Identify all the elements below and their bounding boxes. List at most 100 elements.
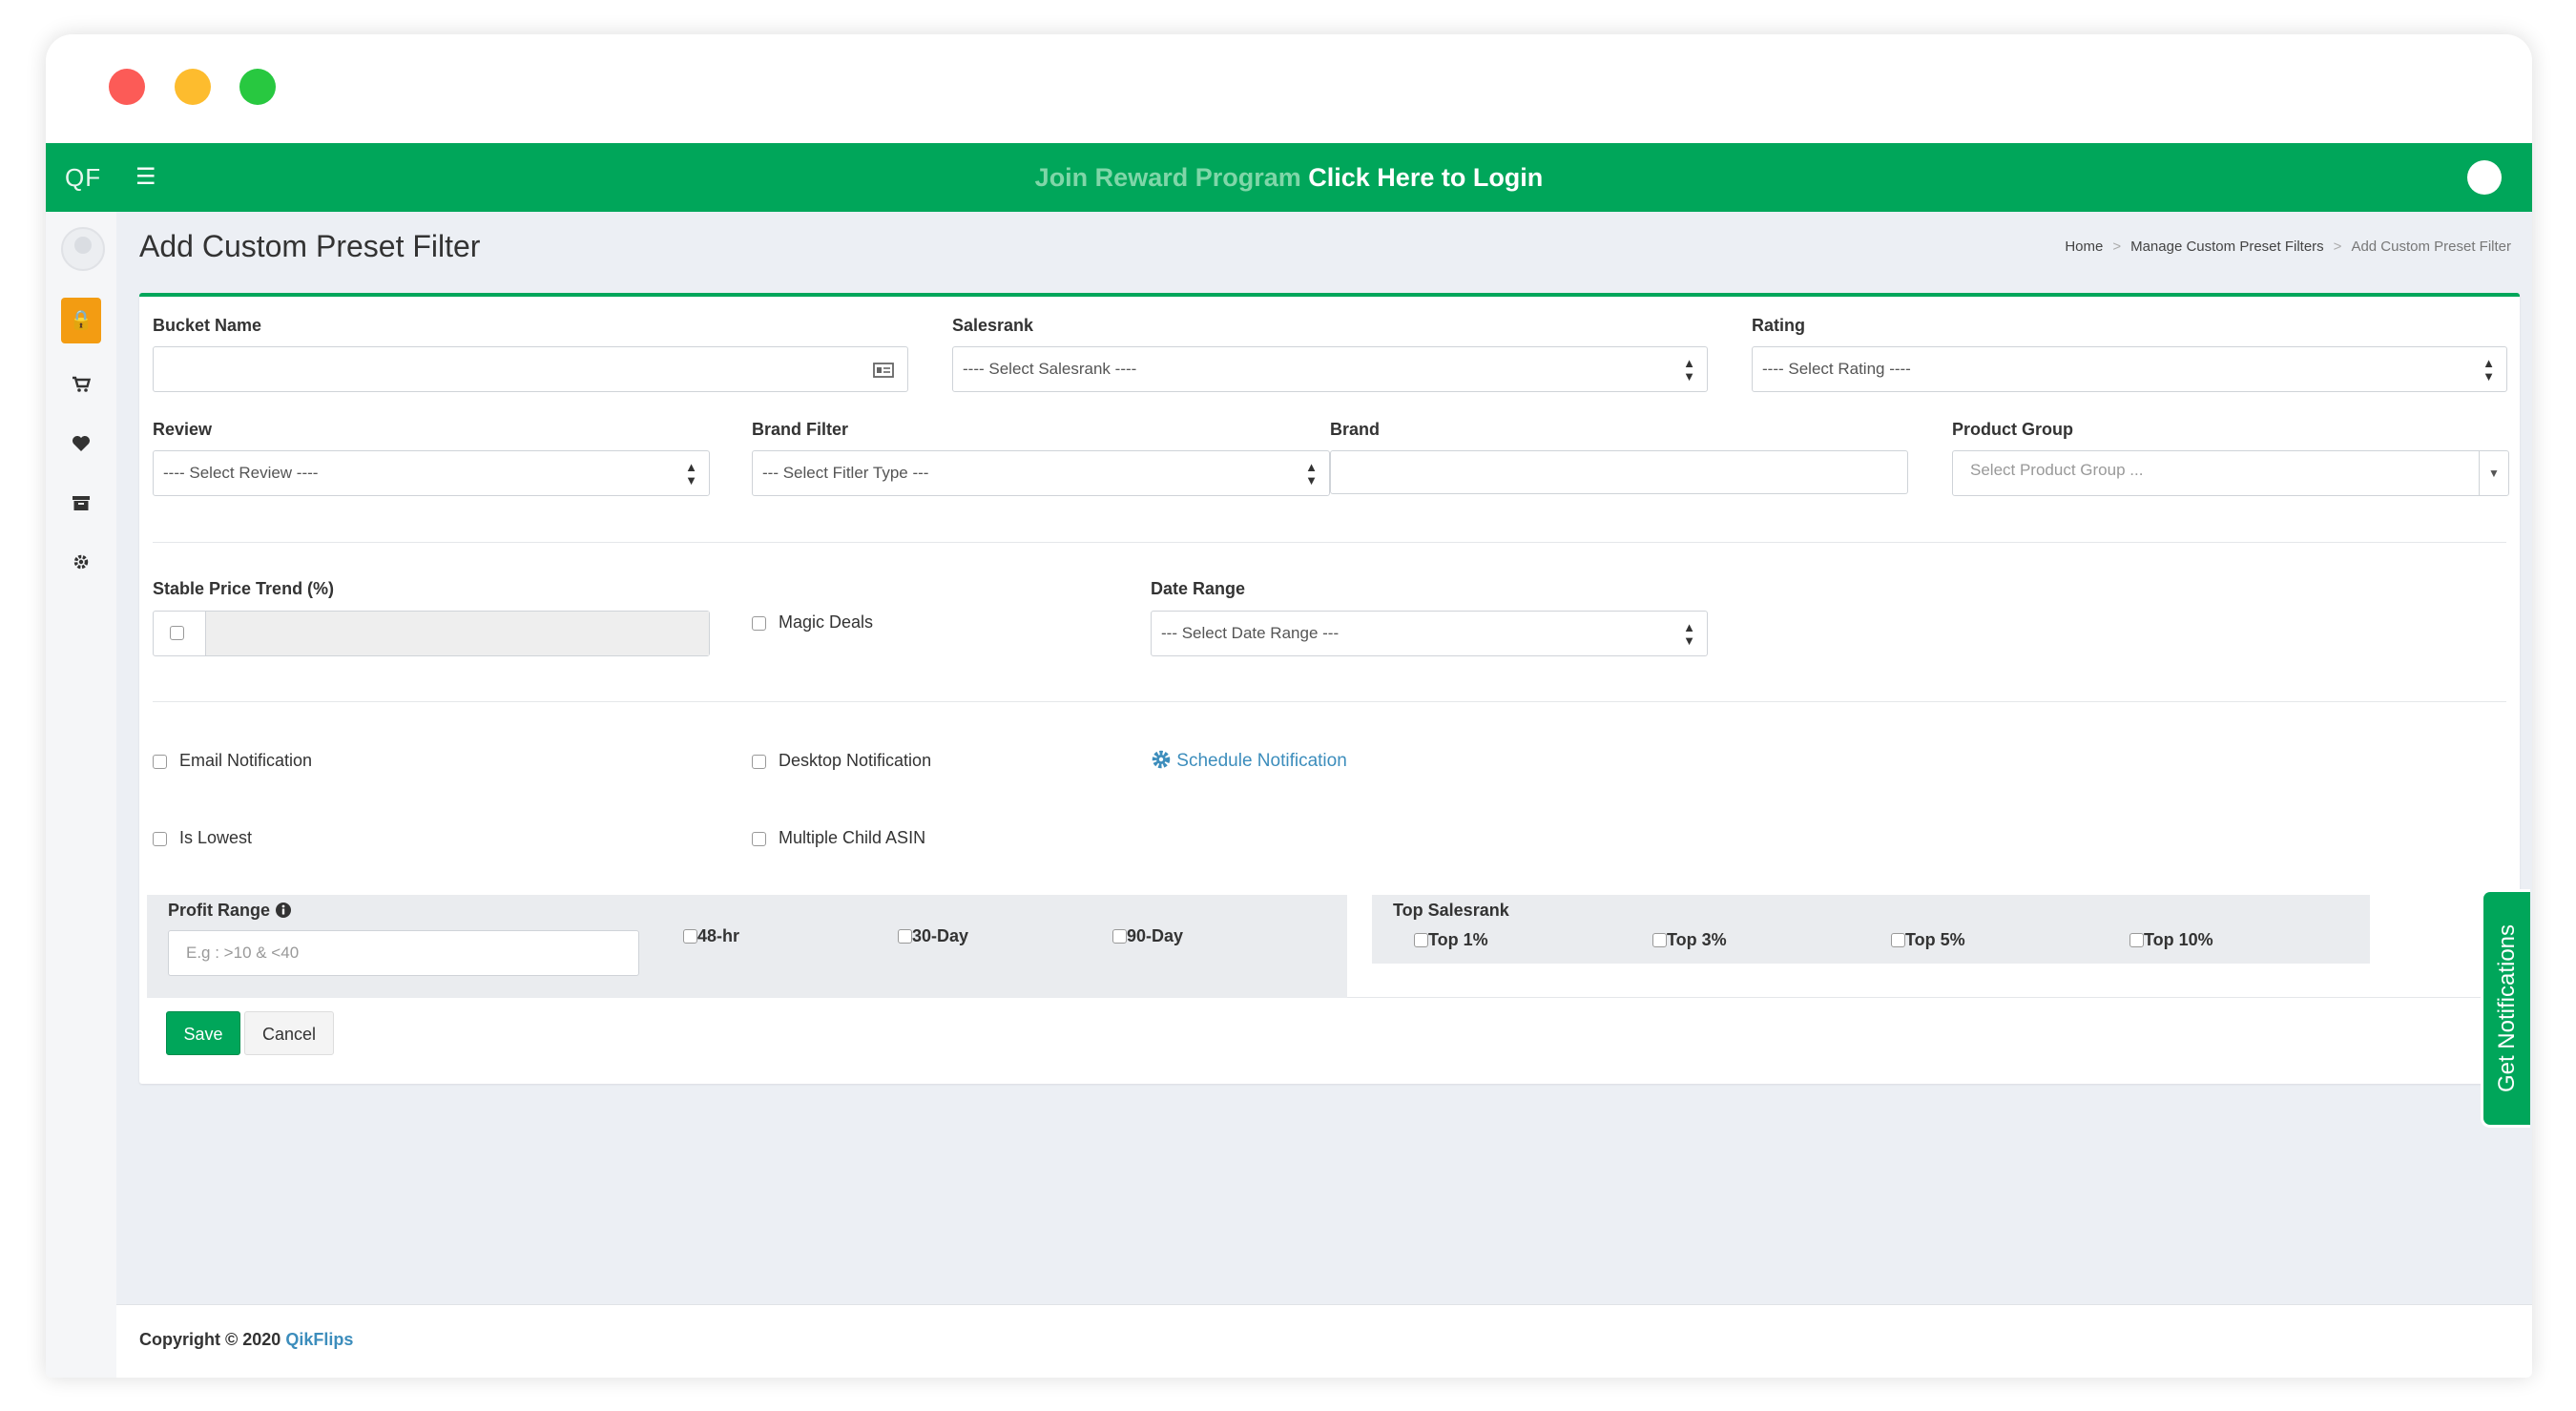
- profit-48hr-label: 48-hr: [697, 926, 740, 945]
- date-range-label: Date Range: [1151, 579, 1246, 598]
- archive-icon[interactable]: [46, 494, 116, 517]
- breadcrumb-current: Add Custom Preset Filter: [2351, 239, 2511, 255]
- profit-30day-label: 30-Day: [912, 926, 969, 945]
- review-label: Review: [153, 420, 213, 439]
- save-button[interactable]: Save: [166, 1011, 240, 1055]
- brand-filter-select[interactable]: --- Select Fitler Type --- ▲ ▼: [752, 450, 1330, 496]
- product-group-placeholder: Select Product Group ...: [1970, 461, 2144, 479]
- qikflips-link[interactable]: QikFlips: [285, 1330, 353, 1349]
- stable-price-trend-label: Stable Price Trend (%): [153, 579, 335, 598]
- magic-deals-label: Magic Deals: [779, 612, 874, 632]
- divider: [1347, 997, 2506, 998]
- review-select[interactable]: ---- Select Review ---- ▲ ▼: [153, 450, 710, 496]
- profit-range-input[interactable]: E.g : >10 & <40: [168, 930, 639, 976]
- reward-banner-text: Join Reward Program: [1034, 163, 1301, 192]
- rating-label: Rating: [1752, 316, 1805, 335]
- date-range-select[interactable]: --- Select Date Range --- ▲ ▼: [1151, 611, 1708, 656]
- top-salesrank-panel: Top Salesrank Top 1% Top 3% Top 5% Top 1…: [1372, 895, 2370, 964]
- breadcrumb-home[interactable]: Home: [2065, 239, 2103, 255]
- brand-filter-label: Brand Filter: [752, 420, 849, 439]
- top-salesrank-label: Top Salesrank: [1393, 901, 1509, 920]
- cancel-button[interactable]: Cancel: [244, 1011, 334, 1055]
- footer: Copyright © 2020 QikFlips: [116, 1304, 2532, 1378]
- select-arrows-icon: ▲ ▼: [1683, 620, 1695, 648]
- heart-icon[interactable]: [46, 435, 116, 458]
- brand-label: Brand: [1330, 420, 1381, 439]
- schedule-notification-label: Schedule Notification: [1176, 751, 1347, 771]
- profit-90day-label: 90-Day: [1127, 926, 1184, 945]
- brand-filter-selected: --- Select Fitler Type ---: [762, 464, 929, 482]
- profit-range-panel: Profit Range E.g : >10 & <40 48-hr 30-Da…: [147, 895, 1347, 998]
- reward-banner: Join Reward Program Click Here to Login: [46, 143, 2532, 212]
- user-avatar[interactable]: [2467, 160, 2502, 195]
- top-1-checkbox[interactable]: [1414, 933, 1428, 947]
- sidebar: 🔒: [46, 212, 118, 1378]
- desktop-notification-checkbox[interactable]: [752, 755, 766, 769]
- top-3-checkbox[interactable]: [1652, 933, 1667, 947]
- lock-icon[interactable]: 🔒: [61, 298, 101, 343]
- product-group-label: Product Group: [1952, 420, 2073, 439]
- is-lowest-checkbox[interactable]: [153, 832, 167, 846]
- schedule-notification-link[interactable]: Schedule Notification: [1151, 749, 1347, 772]
- review-selected: ---- Select Review ----: [163, 464, 319, 482]
- cog-icon: [1152, 750, 1171, 769]
- salesrank-selected: ---- Select Salesrank ----: [963, 360, 1137, 378]
- bucket-name-label: Bucket Name: [153, 316, 262, 335]
- rating-selected: ---- Select Rating ----: [1762, 360, 1911, 378]
- login-link[interactable]: Click Here to Login: [1308, 163, 1543, 192]
- chevron-down-icon: ▼: [2479, 451, 2508, 495]
- magic-deals-checkbox[interactable]: [752, 616, 766, 631]
- top-5-checkbox[interactable]: [1891, 933, 1905, 947]
- maximize-window-button[interactable]: [239, 69, 276, 105]
- stable-price-trend-input[interactable]: [205, 612, 709, 655]
- top-10-label: Top 10%: [2144, 930, 2213, 949]
- top-5-label: Top 5%: [1905, 930, 1965, 949]
- salesrank-select[interactable]: ---- Select Salesrank ---- ▲ ▼: [952, 346, 1708, 392]
- browser-window: QF ☰ Join Reward Program Click Here to L…: [46, 34, 2532, 1378]
- top-1-label: Top 1%: [1428, 930, 1488, 949]
- breadcrumb-manage[interactable]: Manage Custom Preset Filters: [2130, 239, 2324, 255]
- divider: [153, 542, 2506, 543]
- close-window-button[interactable]: [109, 69, 145, 105]
- copyright-text: Copyright © 2020 QikFlips: [139, 1330, 354, 1349]
- window-titlebar: [46, 34, 2532, 143]
- get-notifications-label: Get Notifications: [2493, 923, 2520, 1093]
- bucket-name-input[interactable]: [153, 346, 908, 392]
- breadcrumb: Home > Manage Custom Preset Filters > Add Cu…: [2065, 239, 2511, 255]
- select-arrows-icon: ▲ ▼: [1683, 356, 1695, 384]
- sidebar-avatar: [61, 227, 105, 271]
- date-range-selected: --- Select Date Range ---: [1161, 624, 1340, 642]
- filter-form-box: Bucket Name Salesrank ---- Select Salesr…: [139, 293, 2520, 1084]
- top-10-checkbox[interactable]: [2129, 933, 2144, 947]
- select-arrows-icon: ▲ ▼: [2483, 356, 2495, 384]
- select-arrows-icon: ▲ ▼: [1305, 460, 1318, 488]
- stable-price-trend-checkbox[interactable]: [170, 626, 184, 640]
- email-notification-label: Email Notification: [179, 751, 313, 770]
- minimize-window-button[interactable]: [175, 69, 211, 105]
- info-icon[interactable]: [275, 902, 292, 919]
- page-title: Add Custom Preset Filter: [139, 229, 481, 263]
- is-lowest-label: Is Lowest: [179, 828, 253, 847]
- main-content: Add Custom Preset Filter Home > Manage Cus…: [116, 212, 2532, 1378]
- select-arrows-icon: ▲ ▼: [685, 460, 697, 488]
- profit-30day-checkbox[interactable]: [898, 929, 912, 944]
- divider: [153, 701, 2506, 702]
- cart-icon[interactable]: [46, 376, 116, 399]
- gear-icon[interactable]: [46, 553, 116, 576]
- get-notifications-tab[interactable]: Get Notifications: [2481, 889, 2530, 1128]
- top-3-label: Top 3%: [1667, 930, 1727, 949]
- brand-input[interactable]: [1330, 450, 1908, 494]
- profit-48hr-checkbox[interactable]: [683, 929, 697, 944]
- stable-price-trend-group: [153, 611, 710, 656]
- email-notification-checkbox[interactable]: [153, 755, 167, 769]
- multiple-child-asin-label: Multiple Child ASIN: [779, 828, 926, 847]
- profit-range-label: Profit Range: [168, 901, 292, 921]
- multiple-child-asin-checkbox[interactable]: [752, 832, 766, 846]
- salesrank-label: Salesrank: [952, 316, 1034, 335]
- top-navbar: QF ☰ Join Reward Program Click Here to L…: [46, 143, 2532, 212]
- desktop-notification-label: Desktop Notification: [779, 751, 932, 770]
- product-group-select[interactable]: Select Product Group ... ▼: [1952, 450, 2509, 496]
- profit-90day-checkbox[interactable]: [1112, 929, 1127, 944]
- id-card-icon: [873, 347, 894, 391]
- rating-select[interactable]: ---- Select Rating ---- ▲ ▼: [1752, 346, 2507, 392]
